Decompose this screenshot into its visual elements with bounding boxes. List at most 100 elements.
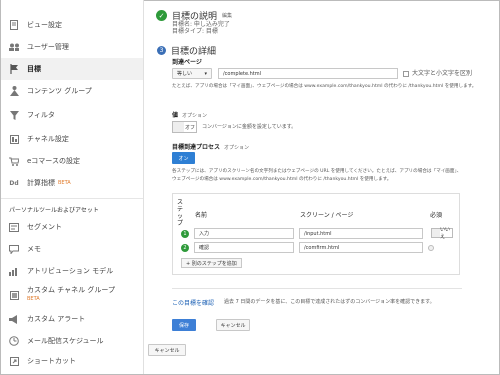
sidebar-item-label: メール配信スケジュール xyxy=(27,337,104,345)
step-screen-value: /input.html xyxy=(304,230,332,237)
sidebar-item-ecommerce-settings[interactable]: eコマースの設定 xyxy=(1,150,143,172)
col-required-header: 必須 xyxy=(430,212,443,219)
sidebar-item-segments[interactable]: セグメント xyxy=(1,216,143,238)
steps-char: テ xyxy=(177,206,184,213)
step-number-2: 2 xyxy=(181,244,189,252)
clock-icon xyxy=(9,336,19,346)
save-button[interactable]: 保存 xyxy=(172,319,196,331)
document-icon xyxy=(9,20,19,30)
steps-vertical-label: ス テ ッ プ xyxy=(177,199,183,227)
step-name-input[interactable]: 入力 xyxy=(194,228,294,239)
funnel-label-text: 目標到達プロセス xyxy=(172,144,221,151)
sidebar-item-label: チャネル設定 xyxy=(27,135,69,143)
sidebar-item-label: 目標 xyxy=(27,65,41,73)
steps-char: プ xyxy=(177,220,184,227)
goal-name-line: 目標名: 申し込み完了 xyxy=(172,21,230,28)
step-name-value: 確認 xyxy=(199,245,210,251)
goal-type-line: 目標タイプ: 目標 xyxy=(172,28,218,35)
sidebar-item-channel-settings[interactable]: チャネル設定 xyxy=(1,128,143,150)
beta-badge: BETA xyxy=(58,180,71,186)
required-toggle[interactable]: いいえ xyxy=(431,227,453,240)
sidebar-item-label: メモ xyxy=(27,245,41,253)
goal-description-summary: 目標名: 申し込み完了 目標タイプ: 目標 xyxy=(172,21,230,35)
segment-icon xyxy=(9,222,19,232)
col-screen-header: スクリーン / ページ xyxy=(300,212,354,219)
sidebar-item-custom-channel-groups[interactable]: カスタム チャネル グループ BETA xyxy=(1,282,143,308)
channel-icon xyxy=(9,134,19,144)
funnel-help-line2: ウェブページの場合は www.example.com/thankyou.html… xyxy=(172,177,392,182)
steps-char: ス xyxy=(177,199,184,206)
sidebar-item-attribution-models[interactable]: アトリビューション モデル xyxy=(1,260,143,282)
sidebar-item-scheduled-emails[interactable]: メール配信スケジュール xyxy=(1,330,143,352)
verify-goal-description: 過去 7 日間のデータを基に、この目標で達成されたはずのコンバージョン率を確認で… xyxy=(224,299,435,305)
sidebar-item-user-management[interactable]: ユーザー管理 xyxy=(1,36,143,58)
step-screen-input[interactable]: /comfirm.html xyxy=(299,242,423,253)
step-name-value: 入力 xyxy=(199,231,210,237)
sidebar-item-goals[interactable]: 目標 xyxy=(1,58,143,80)
custom-channel-icon xyxy=(9,290,19,300)
sidebar-item-label-stack: カスタム チャネル グループ BETA xyxy=(27,286,115,304)
sidebar-item-label: ビュー設定 xyxy=(27,21,62,29)
cancel-button[interactable]: キャンセル xyxy=(216,319,250,331)
match-type-dropdown[interactable]: 等しい ▾ xyxy=(172,68,212,79)
sidebar-item-label: セグメント xyxy=(27,223,62,231)
sidebar-item-label: コンテンツ グループ xyxy=(27,87,92,95)
sidebar-item-label: ショートカット xyxy=(27,357,76,365)
value-optional: オプション xyxy=(182,113,208,119)
sidebar-item-label: カスタム アラート xyxy=(27,315,86,323)
step-screen-input[interactable]: /input.html xyxy=(299,228,423,239)
value-help: コンバージョンに金額を設定しています。 xyxy=(202,124,297,130)
destination-input[interactable]: /complete.html xyxy=(218,68,398,79)
match-type-value: 等しい xyxy=(177,71,193,77)
step-screen-value: /comfirm.html xyxy=(304,244,340,251)
verify-goal-link[interactable]: この目標を確認 xyxy=(172,298,214,307)
users-icon xyxy=(9,42,19,52)
value-label-text: 値 xyxy=(172,112,179,119)
toggle-state: オフ xyxy=(184,122,196,132)
flag-icon xyxy=(9,64,19,74)
required-radio[interactable] xyxy=(428,245,434,251)
sidebar-item-view-settings[interactable]: ビュー設定 xyxy=(1,14,143,36)
goal-editor: ✓ 目標の説明 編集 目標名: 申し込み完了 目標タイプ: 目標 3 目標の詳細… xyxy=(144,0,498,374)
value-toggle[interactable]: オフ xyxy=(172,121,197,133)
toggle-state: いいえ xyxy=(440,227,451,240)
sidebar-item-label: ユーザー管理 xyxy=(27,43,69,51)
shortcut-icon xyxy=(9,356,19,366)
value-label: 値オプション xyxy=(172,110,207,119)
sidebar-item-label: アトリビューション モデル xyxy=(27,267,114,275)
filter-icon xyxy=(9,110,19,120)
goal-details-title: 目標の詳細 xyxy=(171,47,217,57)
megaphone-icon xyxy=(9,314,19,324)
sidebar-item-custom-alerts[interactable]: カスタム アラート xyxy=(1,308,143,330)
funnel-help-line1: 各ステップには、アプリのスクリーン名の文字列またはウェブページの URL を使用… xyxy=(172,169,462,174)
col-name-header: 名前 xyxy=(195,212,208,219)
destination-help: たとえば、アプリの場合は「マイ画面」、ウェブページの場合は www.exampl… xyxy=(172,84,477,89)
chevron-down-icon: ▾ xyxy=(204,70,207,77)
admin-sidebar: ビュー設定 ユーザー管理 目標 コンテンツ グループ フィルタ チャネル設定 e… xyxy=(1,0,144,374)
sidebar-item-filters[interactable]: フィルタ xyxy=(1,104,143,126)
sidebar-item-notes[interactable]: メモ xyxy=(1,238,143,260)
cart-icon xyxy=(9,156,19,166)
sidebar-item-calculated-metrics[interactable]: Dd 計算指標 BETA xyxy=(1,172,143,194)
sidebar-item-label: フィルタ xyxy=(27,111,55,119)
bars-icon xyxy=(9,266,19,276)
sidebar-item-label: カスタム チャネル グループ xyxy=(27,286,115,294)
sidebar-item-content-grouping[interactable]: コンテンツ グループ xyxy=(1,80,143,102)
add-step-button[interactable]: + 別のステップを追加 xyxy=(181,258,242,268)
toggle-knob xyxy=(432,229,440,237)
case-sensitive-label: 大文字と小文字を区別 xyxy=(412,70,473,77)
steps-char: ッ xyxy=(177,213,184,220)
dd-icon: Dd xyxy=(9,179,19,187)
divider xyxy=(172,288,462,289)
check-icon: ✓ xyxy=(156,10,167,21)
sidebar-item-label: 計算指標 xyxy=(27,179,55,187)
edit-link[interactable]: 編集 xyxy=(222,12,232,19)
toggle-knob xyxy=(173,122,184,132)
step-number-badge: 3 xyxy=(157,46,166,55)
step-number-1: 1 xyxy=(181,230,189,238)
case-sensitive-checkbox[interactable] xyxy=(403,71,409,77)
sidebar-item-shortcuts[interactable]: ショートカット xyxy=(1,350,143,372)
funnel-toggle[interactable]: オン xyxy=(172,152,195,164)
sidebar-section-title: パーソナルツールおよびアセット xyxy=(9,207,99,214)
step-name-input[interactable]: 確認 xyxy=(194,242,294,253)
